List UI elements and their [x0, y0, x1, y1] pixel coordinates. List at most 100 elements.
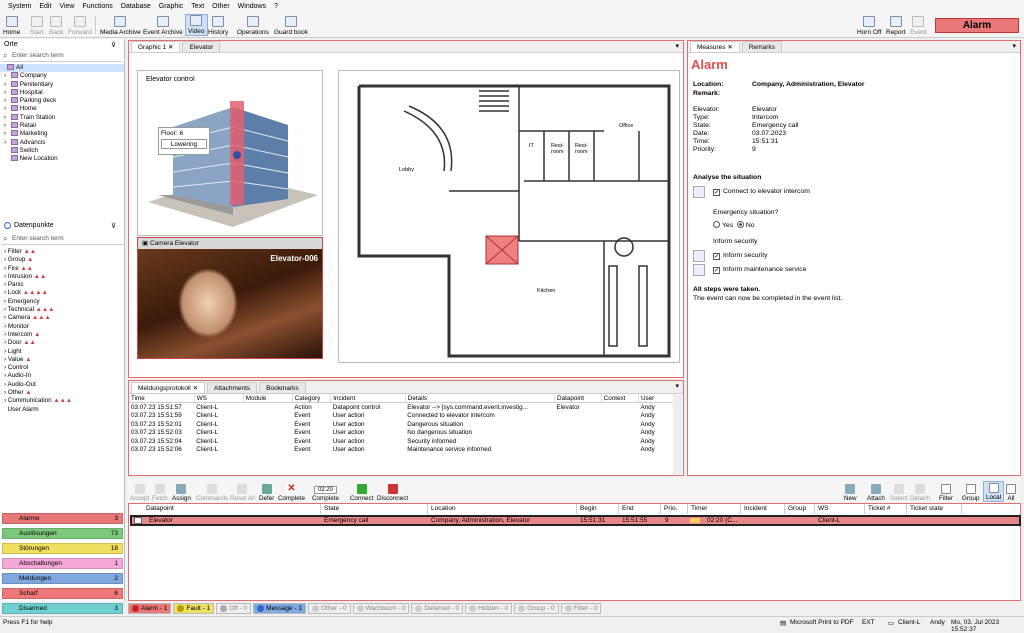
- category-ausloesungen[interactable]: Auslösungen 73: [2, 528, 123, 539]
- tree-item[interactable]: › Value ▲: [0, 356, 125, 364]
- filter-filter[interactable]: Filter - 0: [560, 603, 602, 614]
- col-ws[interactable]: WS: [815, 504, 865, 514]
- menu-text[interactable]: Text: [187, 3, 208, 10]
- tab-bookmarks[interactable]: Bookmarks: [259, 382, 306, 393]
- all-button[interactable]: All: [1006, 481, 1016, 502]
- tree-item[interactable]: › Door ▲▲: [0, 339, 125, 347]
- tree-item[interactable]: New Location: [0, 155, 124, 163]
- filter-icon[interactable]: ⊽: [111, 41, 116, 49]
- tree-item[interactable]: › Audio-Out: [0, 381, 125, 389]
- tree-item[interactable]: › Marketing: [0, 130, 124, 138]
- detach-button[interactable]: Detach: [910, 481, 930, 502]
- tree-item[interactable]: › Company: [0, 72, 124, 80]
- home-button[interactable]: Home: [3, 14, 20, 36]
- forward-button[interactable]: Forward: [68, 14, 92, 36]
- menu-graphic[interactable]: Graphic: [155, 3, 188, 10]
- col-location[interactable]: Location: [428, 504, 577, 514]
- filter-fault[interactable]: Fault - 1: [173, 603, 215, 614]
- log-row[interactable]: 03.07.23 15:52:01 Client-L Event User actio…: [129, 420, 674, 429]
- col-time[interactable]: Time: [129, 394, 195, 404]
- event-row[interactable]: Elevator Emergency call Company, Adminis…: [130, 515, 1021, 526]
- category-abschaltungen[interactable]: Abschaltungen 1: [2, 558, 123, 569]
- media-archive-button[interactable]: Media Archive: [100, 14, 141, 36]
- tree-item[interactable]: › Emergency: [0, 298, 125, 306]
- col-timer[interactable]: Timer: [688, 504, 741, 514]
- accept-button[interactable]: Accept: [130, 481, 149, 502]
- tree-item[interactable]: › Home: [0, 105, 124, 113]
- filter-group[interactable]: Group - 0: [514, 603, 559, 614]
- operations-button[interactable]: Operations: [237, 14, 269, 36]
- log-scrollbar[interactable]: [673, 395, 682, 475]
- complete-button[interactable]: ✕ Complete: [278, 481, 305, 503]
- new-button[interactable]: New: [844, 481, 857, 502]
- defer-button[interactable]: Defer: [259, 481, 274, 502]
- start-button[interactable]: Start: [30, 14, 44, 36]
- filter-wachbuch[interactable]: Wachbuch - 0: [352, 603, 410, 614]
- col-state[interactable]: State: [321, 504, 428, 514]
- guard-book-button[interactable]: Guard book: [274, 14, 308, 36]
- menu-functions[interactable]: Functions: [78, 3, 116, 10]
- tree-item[interactable]: › Monitor: [0, 323, 125, 331]
- horn-off-button[interactable]: Horn Off: [857, 14, 881, 36]
- col-ticket[interactable]: Ticket #: [865, 504, 907, 514]
- connect-button[interactable]: Connect: [350, 481, 373, 502]
- alarm-indicator[interactable]: Alarm: [935, 18, 1019, 33]
- tree-item[interactable]: Switch: [0, 146, 124, 155]
- filter-other[interactable]: Other - 0: [307, 603, 351, 614]
- yes-radio[interactable]: Yes: [713, 221, 733, 229]
- close-icon[interactable]: ✕: [727, 43, 732, 51]
- tree-item[interactable]: › Retail: [0, 122, 124, 130]
- report-button[interactable]: Report: [886, 14, 906, 36]
- log-row[interactable]: 03.07.23 15:52:03 Client-L Event User actio…: [129, 428, 674, 437]
- inform-maintenance-checkbox[interactable]: ✓ Inform maintenance service: [713, 266, 807, 274]
- close-icon[interactable]: ✕: [193, 384, 198, 392]
- menu-database[interactable]: Database: [117, 3, 155, 10]
- filter-hidden[interactable]: Hidden - 0: [465, 603, 513, 614]
- tree-item[interactable]: › Camera ▲▲▲: [0, 314, 125, 322]
- no-radio[interactable]: No: [736, 221, 755, 229]
- chevron-down-icon[interactable]: ▾: [675, 382, 679, 390]
- col-user[interactable]: User: [638, 394, 675, 404]
- filter-deferred[interactable]: Deferred - 0: [411, 603, 464, 614]
- event-archive-button[interactable]: Event Archive: [143, 14, 183, 36]
- tab-attachments[interactable]: Attachments: [207, 382, 258, 393]
- menu-system[interactable]: System: [4, 3, 35, 10]
- tree-item[interactable]: User Alarm: [0, 406, 125, 414]
- tree-item[interactable]: › Hospital: [0, 88, 124, 97]
- col-end[interactable]: End: [619, 504, 661, 514]
- col-group[interactable]: Group: [785, 504, 815, 514]
- commands-button[interactable]: Commands: [196, 481, 228, 502]
- chevron-down-icon[interactable]: ▾: [675, 42, 679, 50]
- filter-message[interactable]: Message - 1: [253, 603, 306, 614]
- category-alarme[interactable]: Alarme 3: [2, 513, 123, 524]
- orte-search-input[interactable]: Enter search term: [2, 51, 122, 62]
- tree-item[interactable]: › Group ▲: [0, 256, 125, 264]
- category-disarmed[interactable]: Disarmed 3: [2, 603, 123, 614]
- col-module[interactable]: Module: [243, 394, 293, 404]
- tree-item[interactable]: › Communication ▲▲▲: [0, 397, 125, 405]
- tab-elevator[interactable]: Elevator: [182, 41, 221, 52]
- col-ticket-state[interactable]: Ticket state: [907, 504, 962, 514]
- menu-help[interactable]: ?: [270, 3, 282, 10]
- chevron-down-icon[interactable]: ▾: [1012, 42, 1016, 50]
- attach-button[interactable]: Attach: [867, 481, 885, 502]
- tree-item[interactable]: › Lock ▲▲▲▲: [0, 289, 125, 297]
- log-row[interactable]: 03.07.23 15:51:57 Client-L Action Datapoint…: [129, 403, 674, 412]
- filter-alarm[interactable]: Alarm - 1: [128, 603, 172, 614]
- tree-item[interactable]: › Light: [0, 348, 125, 356]
- log-row[interactable]: 03.07.23 15:52:06 Client-L Event User actio…: [129, 446, 674, 455]
- menu-edit[interactable]: Edit: [35, 3, 55, 10]
- tree-item[interactable]: › Other ▲: [0, 389, 125, 397]
- col-context[interactable]: Context: [601, 394, 639, 404]
- col-category[interactable]: Category: [292, 394, 332, 404]
- tree-item[interactable]: › Technical ▲▲▲: [0, 306, 125, 314]
- tab-remarks[interactable]: Remarks: [741, 41, 782, 52]
- col-begin[interactable]: Begin: [577, 504, 619, 514]
- tree-item[interactable]: › Fire ▲▲: [0, 265, 125, 273]
- datapoint-search-input[interactable]: Enter search term: [2, 234, 123, 245]
- tab-meldungsprotokoll[interactable]: Meldungsprotokoll ✕: [131, 382, 206, 393]
- tree-item[interactable]: › Intrusion ▲▲: [0, 273, 125, 281]
- log-row[interactable]: 03.07.23 15:52:04 Client-L Event User actio…: [129, 437, 674, 446]
- tree-item[interactable]: › Audio-In: [0, 372, 125, 380]
- col-incident[interactable]: Incident: [330, 394, 406, 404]
